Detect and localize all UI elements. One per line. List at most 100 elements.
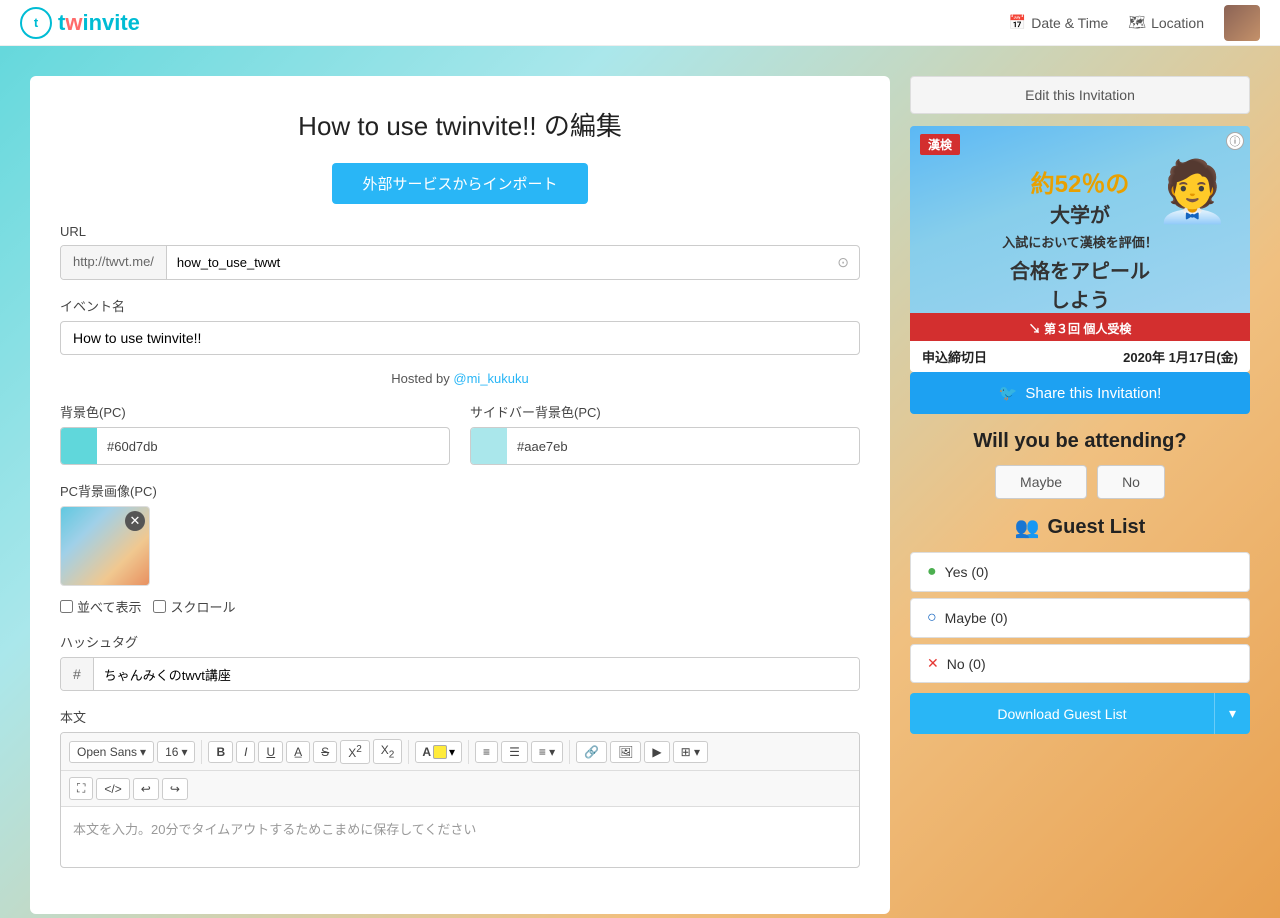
toolbar-sep-3: [468, 740, 469, 764]
toolbar-sep-2: [408, 740, 409, 764]
ad-line4: 合格をアピール: [920, 255, 1240, 284]
main-container: How to use twinvite!! の編集 外部サービスからインポート …: [30, 76, 1250, 914]
scroll-checkbox[interactable]: [153, 600, 166, 613]
ul-btn[interactable]: ≡: [475, 741, 498, 763]
bg-image-thumb: ✕: [60, 506, 150, 586]
code-btn[interactable]: </>: [96, 778, 129, 800]
bg-image-label: PC背景画像(PC): [60, 481, 860, 500]
superscript-btn[interactable]: X2: [340, 740, 370, 764]
guests-icon: 👥: [1015, 515, 1040, 540]
highlight-btn[interactable]: A̲: [286, 741, 310, 763]
download-dropdown-btn[interactable]: ▾: [1214, 693, 1250, 734]
colors-section: 背景色(PC) #60d7db サイドバー背景色(PC) #aae7eb: [60, 402, 860, 465]
ad-info-btn[interactable]: ⓘ: [1226, 132, 1244, 150]
page-title: How to use twinvite!! の編集: [60, 106, 860, 143]
editor-toolbar: Open Sans ▾ 16 ▾ B I U A̲ S X2 X2 A: [61, 733, 859, 771]
bg-image-remove-btn[interactable]: ✕: [125, 511, 145, 531]
redo-btn[interactable]: ↪: [162, 778, 188, 800]
bg-color-swatch[interactable]: [61, 428, 97, 464]
editor-body[interactable]: 本文を入力。20分でタイムアウトするためこまめに保存してください: [61, 807, 859, 867]
hashtag-section: ハッシュタグ #: [60, 632, 860, 691]
no-btn[interactable]: No: [1097, 465, 1165, 499]
table-btn[interactable]: ⊞ ▾: [673, 741, 708, 763]
header-nav: 📅 Date & Time 🗺 Location: [1009, 5, 1260, 41]
italic-btn[interactable]: I: [236, 741, 255, 763]
toolbar-sep-4: [569, 740, 570, 764]
hashtag-group: #: [60, 657, 860, 691]
guest-maybe-item: ○ Maybe (0): [910, 598, 1250, 638]
ad-character: 🧑‍💼: [1155, 156, 1230, 227]
ad-line5: しよう: [920, 284, 1240, 313]
align-btn[interactable]: ≡ ▾: [531, 741, 563, 763]
toolbar-sep-1: [201, 740, 202, 764]
logo-text: twinvite: [58, 10, 140, 36]
ad-banner: ⓘ 漢検 約52％の 大学が 入試において漢検を評価！ 合格をアピール しよう …: [910, 126, 1250, 372]
sidebar-color-label: サイドバー背景色(PC): [470, 402, 860, 421]
host-link[interactable]: @mi_kukuku: [453, 371, 528, 386]
no-dot: ✕: [927, 655, 939, 672]
bg-color-label: 背景色(PC): [60, 402, 450, 421]
logo-icon: t: [20, 7, 52, 39]
color-indicator: [433, 745, 447, 759]
ol-btn[interactable]: ☰: [501, 741, 528, 763]
font-select[interactable]: Open Sans ▾: [69, 741, 154, 763]
header: t twinvite 📅 Date & Time 🗺 Location: [0, 0, 1280, 46]
url-check-icon: ⊙: [827, 246, 859, 279]
strikethrough-btn[interactable]: S: [313, 741, 337, 763]
guest-no-item: ✕ No (0): [910, 644, 1250, 683]
hosted-by: Hosted by @mi_kukuku: [60, 371, 860, 386]
map-icon: 🗺: [1128, 14, 1146, 31]
bg-image-section: PC背景画像(PC) ✕ 並べて表示 スクロール: [60, 481, 860, 616]
sidebar-color-input-group: #aae7eb: [470, 427, 860, 465]
guest-yes-item: ● Yes (0): [910, 552, 1250, 592]
nav-datetime[interactable]: 📅 Date & Time: [1009, 14, 1108, 31]
underline-btn[interactable]: U: [258, 741, 283, 763]
sidebar-color-value: #aae7eb: [507, 431, 578, 462]
editor-container: Open Sans ▾ 16 ▾ B I U A̲ S X2 X2 A: [60, 732, 860, 868]
bg-color-value: #60d7db: [97, 431, 168, 462]
event-name-label: イベント名: [60, 296, 860, 315]
image-btn[interactable]: 🖼: [610, 741, 641, 763]
ad-bottom-label: ↘ 第３回 個人受検: [910, 316, 1250, 341]
twitter-icon: 🐦: [999, 384, 1018, 402]
tile-checkbox-label[interactable]: 並べて表示: [60, 597, 141, 616]
size-select[interactable]: 16 ▾: [157, 741, 195, 763]
editor-placeholder: 本文を入力。20分でタイムアウトするためこまめに保存してください: [73, 822, 476, 837]
maybe-btn[interactable]: Maybe: [995, 465, 1087, 499]
event-name-section: イベント名: [60, 296, 860, 355]
download-guest-list-btn[interactable]: Download Guest List: [910, 693, 1214, 734]
hashtag-input[interactable]: [94, 658, 859, 690]
guest-list-title: 👥 Guest List: [910, 515, 1250, 540]
ad-date: 2020年 1月17日(金): [1123, 347, 1238, 366]
scroll-checkbox-label[interactable]: スクロール: [153, 597, 235, 616]
sidebar-color-swatch[interactable]: [471, 428, 507, 464]
calendar-icon: 📅: [1009, 14, 1026, 31]
maybe-dot: ○: [927, 609, 937, 627]
hashtag-prefix: #: [61, 658, 94, 690]
yes-dot: ●: [927, 563, 937, 581]
video-btn[interactable]: ▶: [644, 741, 669, 763]
ad-line3: 入試において漢検を評価！: [920, 232, 1240, 251]
url-input[interactable]: [167, 246, 827, 279]
link-btn[interactable]: 🔗: [576, 741, 607, 763]
color-btn[interactable]: A ▾: [415, 741, 462, 763]
editor-toolbar-row2: ⛶ </> ↩ ↪: [61, 771, 859, 807]
undo-btn[interactable]: ↩: [133, 778, 159, 800]
share-btn[interactable]: 🐦 Share this Invitation!: [910, 372, 1250, 414]
bg-color-section: 背景色(PC) #60d7db: [60, 402, 450, 465]
guest-list-section: 👥 Guest List ● Yes (0) ○ Maybe (0) ✕ No …: [910, 515, 1250, 734]
url-prefix: http://twvt.me/: [61, 246, 167, 279]
hashtag-label: ハッシュタグ: [60, 632, 860, 651]
avatar[interactable]: [1224, 5, 1260, 41]
tile-checkbox[interactable]: [60, 600, 73, 613]
left-panel: How to use twinvite!! の編集 外部サービスからインポート …: [30, 76, 890, 914]
import-button[interactable]: 外部サービスからインポート: [332, 163, 587, 204]
kanji-badge: 漢検: [920, 134, 960, 155]
download-btn-group: Download Guest List ▾: [910, 693, 1250, 734]
edit-invitation-btn[interactable]: Edit this Invitation: [910, 76, 1250, 114]
nav-location[interactable]: 🗺 Location: [1128, 14, 1204, 31]
event-name-input[interactable]: [60, 321, 860, 355]
subscript-btn[interactable]: X2: [373, 739, 403, 764]
bold-btn[interactable]: B: [208, 741, 233, 763]
fullscreen-btn[interactable]: ⛶: [69, 777, 93, 800]
